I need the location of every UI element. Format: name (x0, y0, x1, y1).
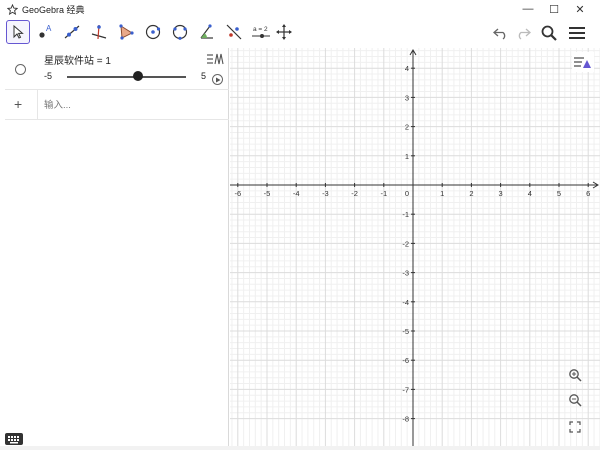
angle-tool-button[interactable] (195, 20, 219, 44)
point-tool-button[interactable]: A (33, 20, 57, 44)
svg-text:A: A (46, 24, 52, 33)
perpendicular-icon (91, 24, 107, 40)
move-view-icon (276, 24, 292, 40)
play-icon (215, 77, 220, 82)
x-tick-label: 0 (405, 189, 409, 198)
main-menu-button[interactable] (566, 22, 588, 44)
circle-tool-button[interactable] (141, 20, 165, 44)
geogebra-app-icon (6, 3, 18, 15)
x-tick-label: 6 (586, 189, 590, 198)
y-tick-label: -3 (402, 269, 409, 278)
y-tick-labels: 4 3 2 1 -1 -2 -3 -4 -5 -6 -7 -8 (402, 64, 409, 423)
toolbar: A a = 2 (0, 18, 600, 48)
undo-icon (493, 28, 506, 40)
slider-track[interactable] (67, 76, 186, 78)
zoom-in-button[interactable] (566, 366, 584, 384)
perpendicular-tool-button[interactable] (87, 20, 111, 44)
search-button[interactable] (538, 22, 560, 44)
title-bar: GeoGebra 经典 — ☐ ✕ (0, 0, 600, 18)
x-tick-label: -6 (234, 189, 241, 198)
y-tick-label: -6 (402, 356, 409, 365)
fullscreen-icon (569, 421, 581, 433)
graphics-view[interactable]: -6 -5 -4 -3 -2 -1 0 1 2 3 4 5 6 4 3 2 1 -1 -2 -3 -4 -5 -6 -7 -8 (230, 48, 600, 446)
zoom-out-button[interactable] (566, 391, 584, 409)
undo-button[interactable] (490, 22, 512, 44)
minimize-button[interactable]: — (514, 0, 542, 18)
major-grid (230, 48, 600, 446)
y-tick-label: -5 (402, 327, 409, 336)
x-tick-label: -1 (380, 189, 387, 198)
style-bar-toggle-button[interactable] (572, 52, 594, 72)
redo-button[interactable] (512, 22, 534, 44)
slider-icon: a = 2 (252, 26, 270, 38)
slider-min-label: -5 (44, 71, 53, 81)
x-tick-label: -3 (322, 189, 329, 198)
y-tick-label: 3 (405, 93, 409, 102)
minor-grid (230, 48, 600, 446)
x-tick-label: -2 (351, 189, 358, 198)
fullscreen-button[interactable] (566, 418, 584, 436)
move-graphics-tool-button[interactable] (272, 20, 296, 44)
algebra-item-slider[interactable]: 星辰软件站 = 1 -5 5 (5, 48, 229, 90)
y-tick-label: 1 (405, 152, 409, 161)
move-tool-button[interactable] (6, 20, 30, 44)
y-tick-label: -2 (402, 239, 409, 248)
hamburger-menu-icon (569, 27, 585, 39)
search-icon (541, 25, 557, 41)
x-tick-label: -4 (293, 189, 300, 198)
close-window-button[interactable]: ✕ (566, 0, 594, 18)
reflect-tool-button[interactable] (222, 20, 246, 44)
zoom-in-icon (569, 369, 582, 382)
reflect-icon (226, 24, 242, 40)
maximize-button[interactable]: ☐ (540, 0, 568, 18)
y-tick-label: -8 (402, 415, 409, 424)
x-tick-label: 1 (440, 189, 444, 198)
keyboard-icon (8, 435, 19, 443)
redo-icon (518, 28, 531, 40)
style-bar-icon (574, 57, 591, 68)
animation-play-button[interactable] (212, 74, 223, 85)
visibility-toggle[interactable] (15, 64, 26, 75)
angle-icon (200, 24, 213, 39)
slider-definition[interactable]: 星辰软件站 = 1 (44, 52, 111, 67)
polygon-icon (119, 24, 134, 40)
line-icon (64, 25, 80, 39)
virtual-keyboard-button[interactable] (5, 433, 23, 445)
conic-tool-button[interactable] (168, 20, 192, 44)
slider-tool-button[interactable]: a = 2 (249, 20, 273, 44)
slider-thumb[interactable] (133, 71, 144, 81)
zoom-out-icon (569, 394, 582, 407)
x-tick-label: 3 (499, 189, 503, 198)
x-tick-label: 4 (528, 189, 532, 198)
coordinate-plane[interactable]: -6 -5 -4 -3 -2 -1 0 1 2 3 4 5 6 4 3 2 1 -1 -2 -3 -4 -5 -6 -7 -8 (230, 48, 600, 446)
add-item-button[interactable]: + (14, 97, 22, 111)
algebra-input-row: + (5, 90, 229, 120)
y-tick-label: -4 (402, 298, 409, 307)
x-tick-label: 5 (557, 189, 561, 198)
polygon-tool-button[interactable] (114, 20, 138, 44)
point-icon: A (39, 24, 52, 38)
arrow-cursor-icon (13, 24, 24, 39)
algebra-view: 星辰软件站 = 1 -5 5 + (5, 48, 229, 446)
y-tick-label: 4 (405, 64, 409, 73)
window-title: GeoGebra 经典 (22, 4, 85, 15)
y-tick-label: -1 (402, 210, 409, 219)
algebra-input-field[interactable] (44, 98, 214, 112)
algebra-options-button[interactable] (206, 52, 226, 66)
x-tick-label: 2 (469, 189, 473, 198)
line-tool-button[interactable] (60, 20, 84, 44)
x-tick-label: -5 (264, 189, 271, 198)
input-separator (37, 90, 38, 120)
y-tick-label: -7 (402, 385, 409, 394)
conic-icon (172, 24, 188, 40)
y-tick-label: 2 (405, 123, 409, 132)
slider-tool-label: a = 2 (253, 26, 268, 33)
slider-max-label: 5 (201, 71, 207, 81)
algebra-description-icon (207, 53, 224, 65)
circle-icon (145, 24, 161, 40)
status-bar (0, 446, 600, 450)
